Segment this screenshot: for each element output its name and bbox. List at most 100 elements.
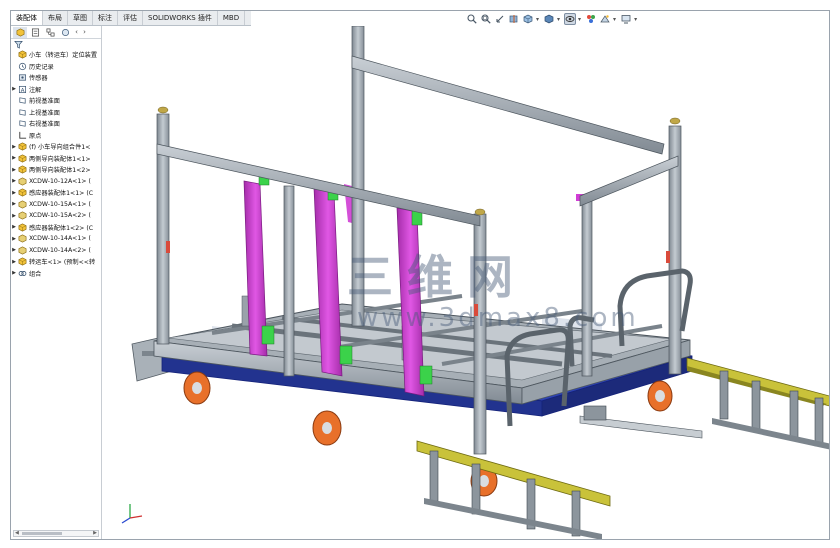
front-guide-assembly [416, 440, 611, 539]
filter-icon[interactable] [14, 40, 23, 49]
tree-item-label: 历史记录 [29, 63, 54, 71]
tree-item[interactable]: 历史记录 [11, 61, 101, 73]
tree-item-label: 注解 [29, 86, 42, 94]
sensor-icon [17, 73, 27, 82]
hide-show-items-icon[interactable] [564, 13, 577, 25]
tree-item[interactable]: ▶ 两侧导向装配体1<1> [11, 153, 101, 165]
svg-text:A: A [20, 88, 24, 94]
assembly-icon [17, 50, 27, 59]
plane-icon [17, 119, 27, 128]
mates-icon [17, 269, 27, 278]
tree-item-label: 两侧导向装配体1<1> [29, 155, 91, 163]
tree-item-label: (f) 小车导向组合件1< [29, 144, 91, 152]
tab-sketch[interactable]: 草图 [68, 11, 93, 25]
plane-icon [17, 96, 27, 105]
part-icon [17, 177, 27, 186]
part-icon [17, 200, 27, 209]
tree-item-label: XCDW-10-14A<1> ( [29, 235, 91, 243]
section-view-icon[interactable] [508, 13, 520, 25]
panel-tab-right-icon[interactable]: › [81, 28, 88, 36]
tree-item-label: 上视基准面 [29, 109, 60, 117]
assembly-icon [17, 142, 27, 151]
part-icon [17, 211, 27, 220]
tab-solidworks-addins[interactable]: SOLIDWORKS 插件 [143, 11, 218, 25]
scrollbar-thumb[interactable] [22, 532, 62, 535]
tree-item-label: XCDW-10-14A<2> ( [29, 246, 91, 254]
tree-item-label: 原点 [29, 132, 42, 140]
chevron-down-icon[interactable]: ▾ [613, 16, 616, 23]
sensor-rail [579, 405, 703, 439]
apply-scene-icon[interactable] [599, 13, 611, 25]
tree-item[interactable]: ▶ XCDW-10-14A<2> ( [11, 245, 101, 257]
tree-root-label: 小车（转运车）定位装置 [29, 52, 98, 60]
edit-appearance-icon[interactable] [585, 13, 597, 25]
history-icon [17, 62, 27, 71]
assembly-icon [17, 154, 27, 163]
tab-evaluate[interactable]: 评估 [118, 11, 143, 25]
tree-item[interactable]: 上视基准面 [11, 107, 101, 119]
tree-item-label: 右视基准面 [29, 121, 60, 129]
tree-item[interactable]: ▶ XCDW-10-15A<2> ( [11, 210, 101, 222]
feature-manager-panel: ‹ › 小车（转运车）定位装置 历史记录传感器 ▶ A 注解前视基准面上视基准面右视基… [11, 26, 102, 539]
tree-item[interactable]: 传感器 [11, 72, 101, 84]
previous-view-icon[interactable] [494, 13, 506, 25]
tab-mbd[interactable]: MBD [218, 11, 246, 25]
dim-xpert-tab-icon[interactable] [58, 27, 72, 38]
zoom-to-area-icon[interactable] [480, 13, 492, 25]
property-manager-tab-icon[interactable] [28, 27, 42, 38]
tree-item-label: XCDW-10-12A<1> ( [29, 177, 91, 185]
tree-item[interactable]: ▶ A 注解 [11, 84, 101, 96]
graphics-area[interactable]: 三维网 www.3dmax8.com [102, 25, 829, 539]
tree-item-label: 前视基准面 [29, 98, 60, 106]
part-icon [17, 246, 27, 255]
solidworks-window: 装配体 布局 草图 标注 评估 SOLIDWORKS 插件 MBD ▾ ▾ ▾ … [10, 10, 830, 540]
tree-item[interactable]: 前视基准面 [11, 95, 101, 107]
tree-item[interactable]: ▶ 转运车<1> (预制<<转 [11, 256, 101, 268]
assembly-icon [17, 223, 27, 232]
configuration-manager-tab-icon[interactable] [43, 27, 57, 38]
tab-markup[interactable]: 标注 [93, 11, 118, 25]
tree-item[interactable]: ▶ 感应器装配体1<2> (C [11, 222, 101, 234]
zoom-to-fit-icon[interactable] [466, 13, 478, 25]
chevron-down-icon[interactable]: ▾ [536, 16, 539, 23]
scroll-left-icon[interactable]: ◀ [15, 530, 19, 536]
tree-item[interactable]: ▶ 组合 [11, 268, 101, 280]
view-orientation-icon[interactable] [522, 13, 534, 25]
tree-root[interactable]: 小车（转运车）定位装置 [11, 49, 101, 61]
tree-item-label: 两侧导向装配体1<2> [29, 167, 91, 175]
tab-assembly[interactable]: 装配体 [11, 11, 43, 25]
tree-item-label: XCDW-10-15A<2> ( [29, 212, 91, 220]
panel-tab-left-icon[interactable]: ‹ [73, 28, 80, 36]
tree-item[interactable]: ▶ XCDW-10-12A<1> ( [11, 176, 101, 188]
view-settings-icon[interactable] [620, 13, 632, 25]
right-guide-assembly [686, 357, 829, 450]
feature-manager-tab-icon[interactable] [13, 26, 27, 38]
scroll-right-icon[interactable]: ▶ [93, 530, 97, 536]
command-manager-tabs: 装配体 布局 草图 标注 评估 SOLIDWORKS 插件 MBD [11, 11, 251, 26]
tree-filter[interactable] [11, 39, 101, 49]
chevron-down-icon[interactable]: ▾ [634, 16, 637, 23]
tree-item[interactable]: 原点 [11, 130, 101, 142]
tab-layout[interactable]: 布局 [43, 11, 68, 25]
chevron-down-icon[interactable]: ▾ [557, 16, 560, 23]
chevron-down-icon[interactable]: ▾ [578, 16, 581, 23]
tree-item[interactable]: ▶ 两侧导向装配体1<2> [11, 164, 101, 176]
tree-item[interactable]: ▶ (f) 小车导向组合件1< [11, 141, 101, 153]
assembly-icon [17, 165, 27, 174]
tree-item[interactable]: ▶ XCDW-10-14A<1> ( [11, 233, 101, 245]
feature-tree: 小车（转运车）定位装置 历史记录 传感器 ▶ A 注解 前视基准面 上视基准面 右视基准面 原点… [11, 49, 101, 279]
panel-tabs: ‹ › [11, 26, 101, 39]
tree-item[interactable]: ▶ 感应器装配体1<1> (C [11, 187, 101, 199]
origin-icon [17, 131, 27, 140]
assembly-icon [17, 257, 27, 266]
tree-item-label: 感应器装配体1<2> (C [29, 224, 94, 232]
part-icon [17, 234, 27, 243]
tree-item[interactable]: ▶ XCDW-10-15A<1> ( [11, 199, 101, 211]
tree-item-label: 传感器 [29, 75, 48, 83]
horizontal-scrollbar[interactable]: ◀ ▶ [13, 530, 99, 537]
tree-item-label: 转运车<1> (预制<<转 [29, 259, 96, 267]
tree-item[interactable]: 右视基准面 [11, 118, 101, 130]
display-style-icon[interactable] [543, 13, 555, 25]
annotation-icon: A [17, 85, 27, 94]
axis-triad [121, 504, 143, 524]
